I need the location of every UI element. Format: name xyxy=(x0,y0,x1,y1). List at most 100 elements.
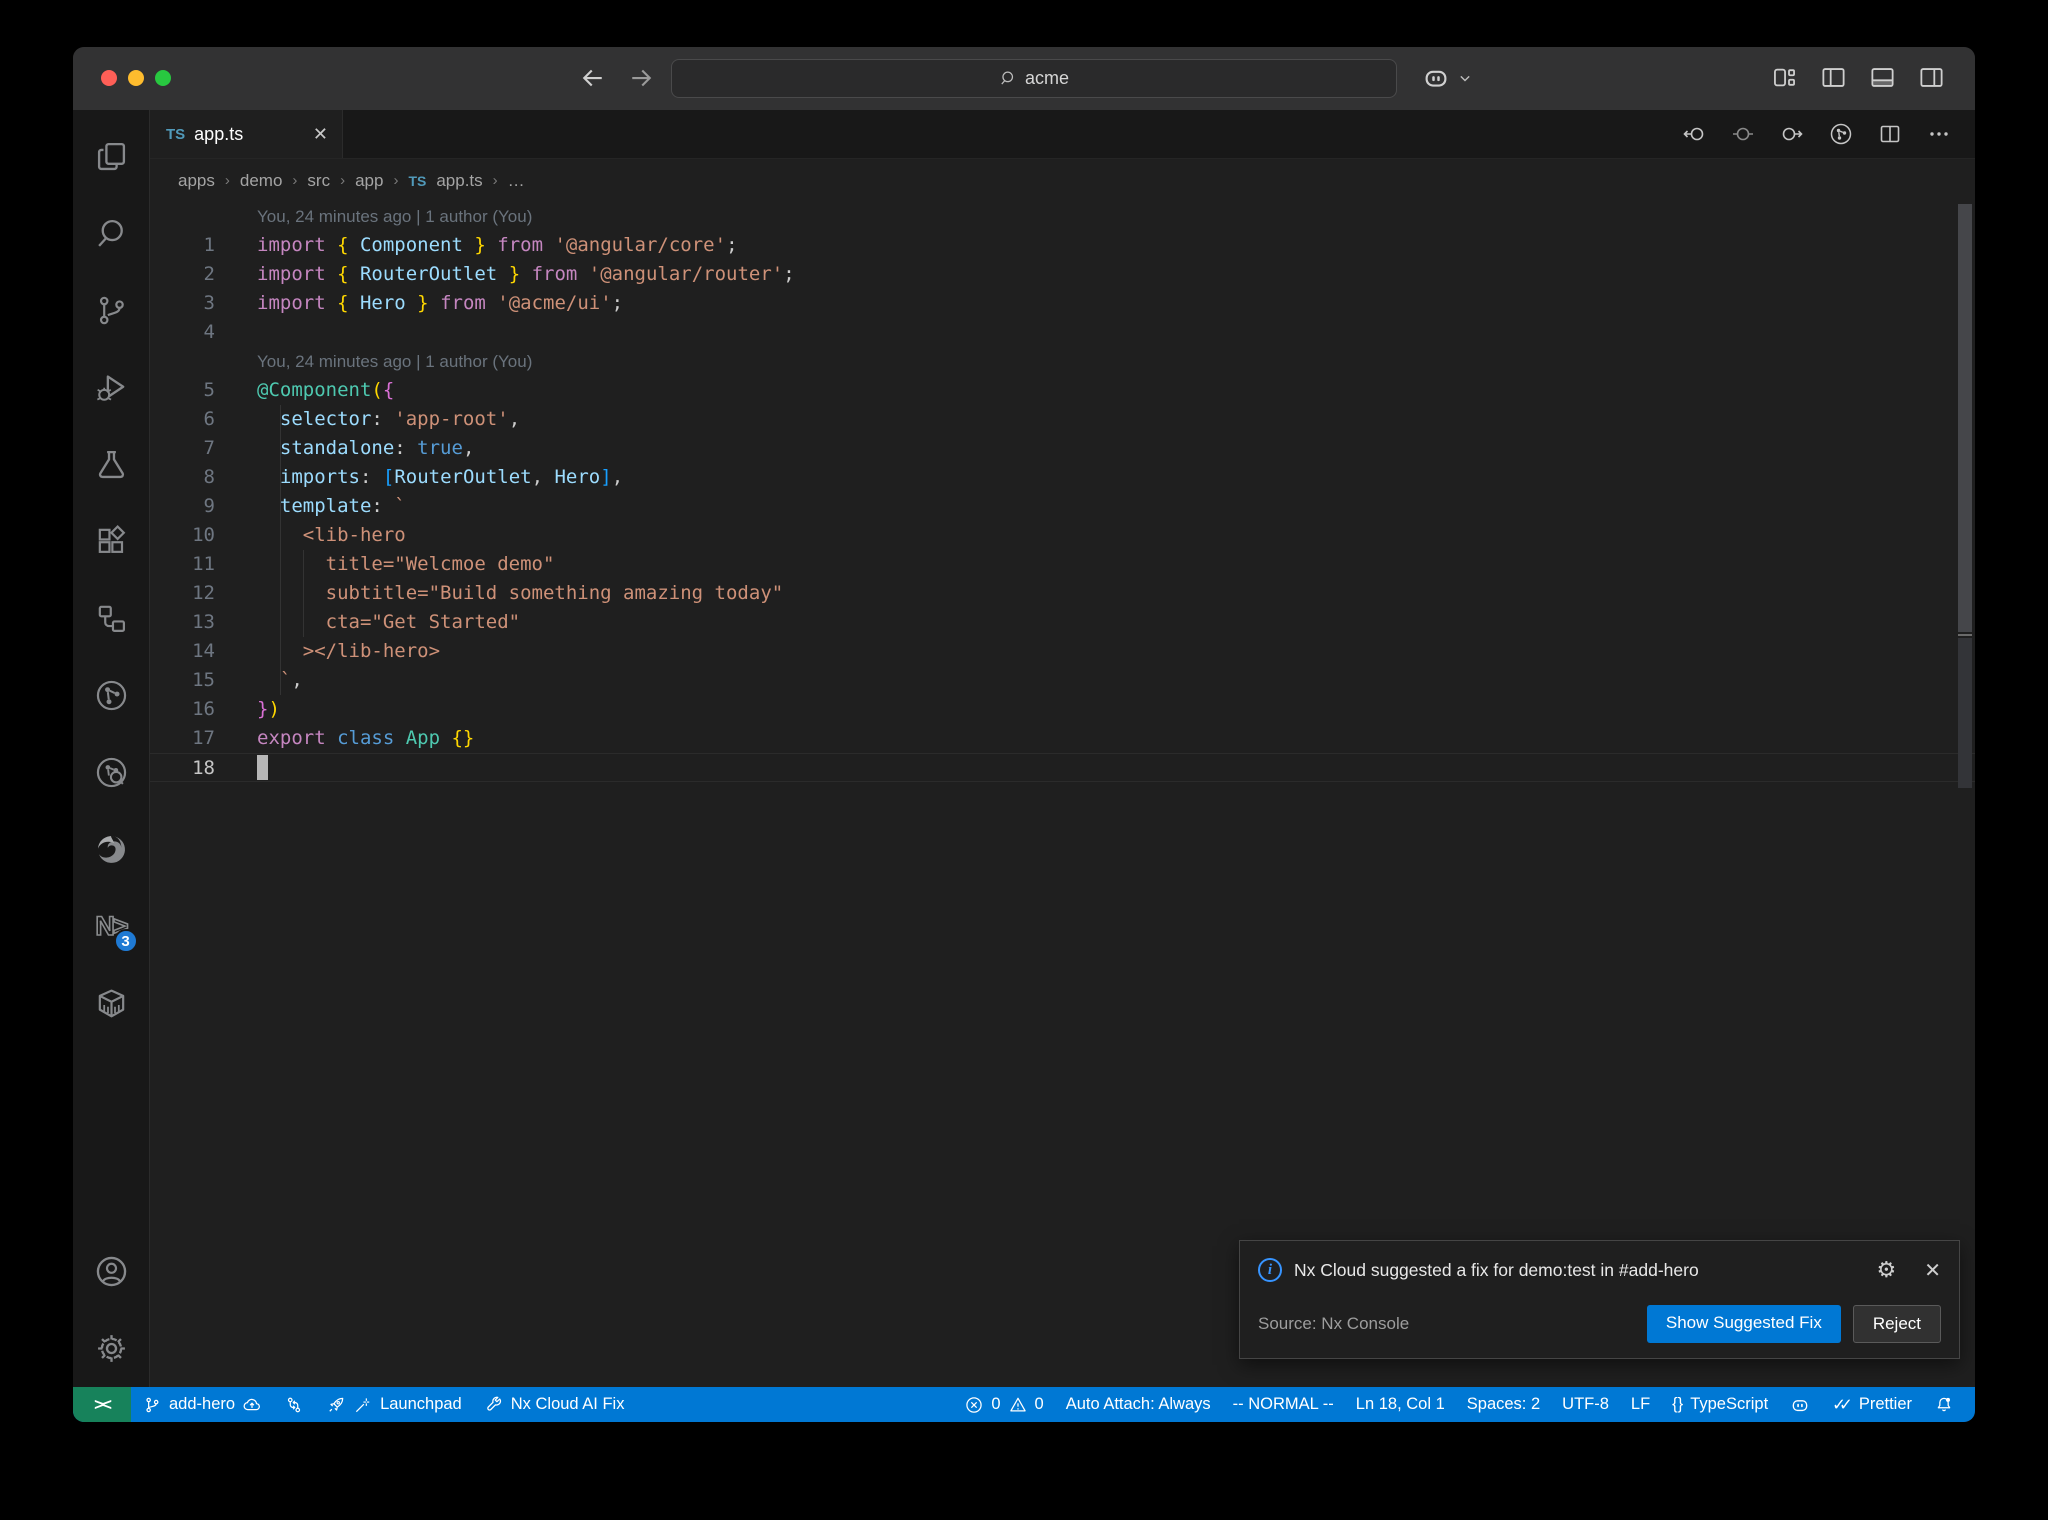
hierarchy-view-icon[interactable] xyxy=(73,580,150,657)
code-line[interactable]: 15 `, xyxy=(150,666,1975,695)
line-number: 11 xyxy=(192,553,215,575)
notification-close-icon[interactable]: ✕ xyxy=(1924,1258,1941,1283)
maximize-window-button[interactable] xyxy=(155,70,171,86)
accounts-icon[interactable] xyxy=(73,1233,150,1310)
code-editor[interactable]: You, 24 minutes ago | 1 author (You) 1 imp… xyxy=(150,202,1975,1387)
code-line[interactable]: 3 import { Hero } from '@acme/ui'; xyxy=(150,289,1975,318)
line-number: 6 xyxy=(203,408,215,430)
split-editor-icon[interactable] xyxy=(1878,122,1902,146)
rocket-icon xyxy=(329,1397,344,1412)
copilot-menu[interactable] xyxy=(1421,63,1475,93)
auto-attach-status[interactable]: Auto Attach: Always xyxy=(1055,1395,1222,1414)
warnings-icon xyxy=(1009,1397,1026,1411)
code-line[interactable]: 1 import { Component } from '@angular/cor… xyxy=(150,231,1975,260)
search-icon xyxy=(1001,71,1014,85)
minimize-window-button[interactable] xyxy=(128,70,144,86)
graph-search-icon[interactable] xyxy=(73,734,150,811)
nx-cloud-ai-fix-status[interactable]: Nx Cloud AI Fix xyxy=(473,1395,636,1415)
notification-toast: i Nx Cloud suggested a fix for demo:test… xyxy=(1239,1240,1960,1359)
close-window-button[interactable] xyxy=(101,70,117,86)
info-icon: i xyxy=(1258,1258,1282,1282)
code-line[interactable]: 14 ></lib-hero> xyxy=(150,637,1975,666)
testing-icon[interactable] xyxy=(73,426,150,503)
branch-icon xyxy=(146,1397,159,1412)
cursor-position-status[interactable]: Ln 18, Col 1 xyxy=(1345,1395,1456,1414)
explorer-icon[interactable] xyxy=(73,118,150,195)
container-tools-icon[interactable] xyxy=(73,965,150,1042)
code-line[interactable]: 8 imports: [RouterOutlet, Hero], xyxy=(150,463,1975,492)
code-line[interactable]: 18 xyxy=(150,753,1975,782)
commit-graph-action-icon[interactable] xyxy=(1829,122,1853,146)
copilot-icon xyxy=(1792,1399,1808,1411)
code-line[interactable]: 16}) xyxy=(150,695,1975,724)
code-line[interactable]: 4 xyxy=(150,318,1975,347)
settings-gear-icon[interactable] xyxy=(73,1310,150,1387)
line-number: 2 xyxy=(203,263,215,285)
notifications-bell[interactable] xyxy=(1923,1395,1965,1415)
activity-bar: N> 3 xyxy=(73,110,150,1387)
scrollbar-thumb[interactable] xyxy=(1958,204,1972,632)
remote-indicator[interactable]: >< xyxy=(73,1387,131,1422)
breadcrumb-item[interactable]: demo xyxy=(240,171,283,191)
eol-status[interactable]: LF xyxy=(1620,1395,1661,1414)
launchpad-status[interactable]: Launchpad xyxy=(315,1395,473,1415)
indentation-status[interactable]: Spaces: 2 xyxy=(1456,1395,1551,1414)
vim-mode-status[interactable]: -- NORMAL -- xyxy=(1222,1395,1345,1414)
code-line[interactable]: 10 <lib-hero xyxy=(150,521,1975,550)
prettier-status[interactable]: ✓✓ Prettier xyxy=(1821,1395,1923,1415)
code-line[interactable]: 7 standalone: true, xyxy=(150,434,1975,463)
toggle-sidebar-right-icon[interactable] xyxy=(1918,64,1945,91)
language-mode-status[interactable]: {} TypeScript xyxy=(1661,1395,1779,1414)
reject-button[interactable]: Reject xyxy=(1852,1305,1941,1343)
more-actions-icon[interactable] xyxy=(1927,122,1951,146)
blame-annotation[interactable]: You, 24 minutes ago | 1 author (You) xyxy=(150,347,1975,376)
wrench-icon xyxy=(486,1396,501,1411)
customize-layout-icon[interactable] xyxy=(1771,64,1798,91)
code-line[interactable]: 6 selector: 'app-root', xyxy=(150,405,1975,434)
git-compare-status[interactable] xyxy=(273,1395,315,1415)
nav-forward-icon[interactable] xyxy=(626,63,656,93)
commit-graph-icon[interactable] xyxy=(73,657,150,734)
encoding-status[interactable]: UTF-8 xyxy=(1551,1395,1620,1414)
code-line[interactable]: 11 title="Welcmoe demo" xyxy=(150,550,1975,579)
toggle-sidebar-left-icon[interactable] xyxy=(1820,64,1847,91)
breadcrumb-file[interactable]: app.ts xyxy=(436,171,482,191)
problems-status[interactable]: 0 0 xyxy=(953,1395,1054,1415)
git-branch-status[interactable]: add-hero xyxy=(131,1395,273,1415)
breadcrumb: apps › demo › src › app › TS app.ts › … xyxy=(178,170,525,191)
breadcrumb-item[interactable]: src xyxy=(307,171,330,191)
search-view-icon[interactable] xyxy=(73,195,150,272)
code-line[interactable]: 17 export class App {} xyxy=(150,724,1975,753)
editor-scrollbar[interactable] xyxy=(1955,202,1975,1387)
current-change-icon[interactable] xyxy=(1731,122,1755,146)
blame-annotation[interactable]: You, 24 minutes ago | 1 author (You) xyxy=(150,202,1975,231)
code-line[interactable]: 13 cta="Get Started" xyxy=(150,608,1975,637)
extensions-icon[interactable] xyxy=(73,503,150,580)
nav-back-icon[interactable] xyxy=(578,63,608,93)
run-debug-icon[interactable] xyxy=(73,349,150,426)
source-control-icon[interactable] xyxy=(73,272,150,349)
code-line[interactable]: 5 @Component({ xyxy=(150,376,1975,405)
breadcrumb-item[interactable]: apps xyxy=(178,171,215,191)
line-number: 14 xyxy=(192,640,215,662)
edge-tools-icon[interactable] xyxy=(73,811,150,888)
code-line[interactable]: 12 subtitle="Build something amazing tod… xyxy=(150,579,1975,608)
breadcrumb-item[interactable]: app xyxy=(355,171,383,191)
nx-console-icon[interactable]: N> 3 xyxy=(73,888,150,965)
tab-close-icon[interactable]: ✕ xyxy=(313,124,328,145)
tab-app-ts[interactable]: TS app.ts ✕ xyxy=(150,110,343,158)
text-cursor xyxy=(257,754,268,780)
copilot-status[interactable] xyxy=(1779,1395,1821,1415)
chevron-down-icon xyxy=(1460,75,1470,82)
code-line[interactable]: 9 template: ` xyxy=(150,492,1975,521)
line-number: 13 xyxy=(192,611,215,633)
next-change-icon[interactable] xyxy=(1780,122,1804,146)
code-line[interactable]: 2 import { RouterOutlet } from '@angular/… xyxy=(150,260,1975,289)
breadcrumb-more[interactable]: … xyxy=(508,171,525,191)
show-suggested-fix-button[interactable]: Show Suggested Fix xyxy=(1646,1305,1841,1343)
command-center-search[interactable]: acme xyxy=(671,59,1397,98)
notification-settings-icon[interactable]: ⚙ xyxy=(1877,1257,1897,1283)
previous-change-icon[interactable] xyxy=(1682,122,1706,146)
toggle-panel-icon[interactable] xyxy=(1869,64,1896,91)
line-number: 7 xyxy=(203,437,215,459)
